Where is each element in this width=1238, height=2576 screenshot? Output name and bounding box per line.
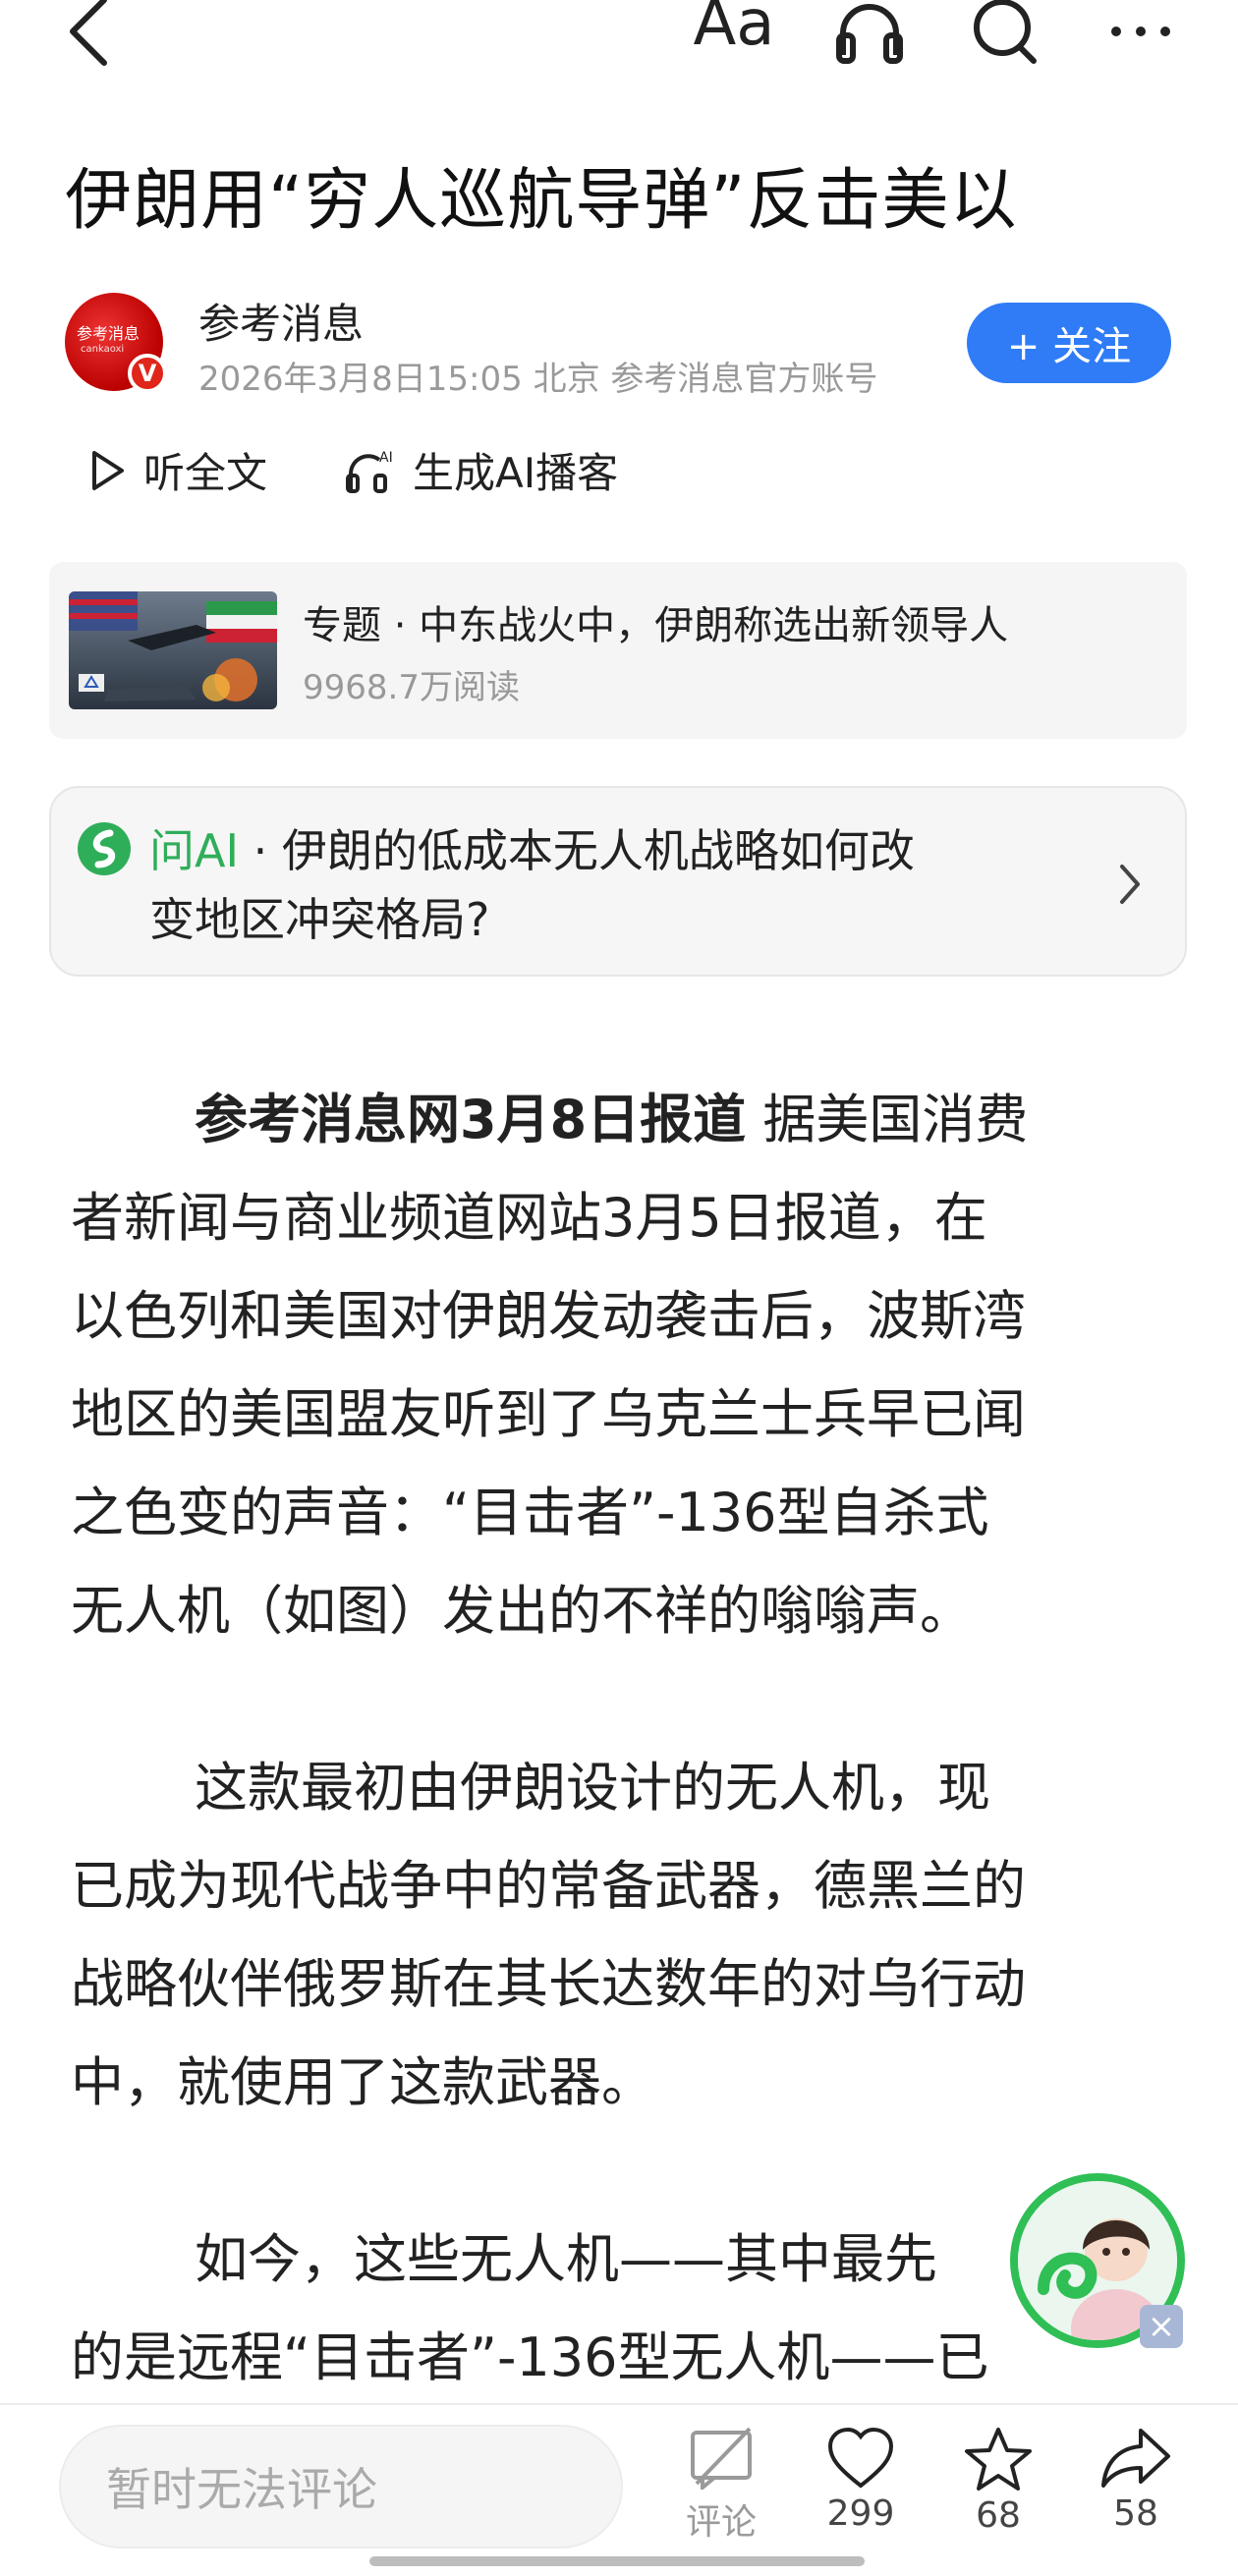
ask-ai-question-line1: 问AI · 伊朗的低成本无人机战略如何改 [149, 815, 915, 880]
heart-icon [827, 2427, 894, 2489]
like-count: 299 [826, 2493, 895, 2534]
top-bar: Aa [0, 0, 1238, 98]
topic-card[interactable]: 专题 · 中东战火中，伊朗称选出新领导人 9968.7万阅读 [49, 562, 1187, 739]
chevron-right-icon [1120, 865, 1140, 904]
publish-meta: 2026年3月8日15:05 北京 参考消息官方账号 [198, 360, 878, 399]
star-icon [965, 2428, 1032, 2491]
avatar-logo-subtext: cankaoxi [81, 344, 125, 355]
paragraph-2: 这款最初由伊朗设计的无人机，现 已成为现代战争中的常备武器，德黑兰的 战略伙伴俄… [71, 1757, 1026, 2113]
follow-button[interactable]: + 关注 [967, 303, 1171, 383]
share-button[interactable]: 58 [1077, 2427, 1195, 2534]
like-button[interactable]: 299 [802, 2427, 920, 2534]
ask-ai-card[interactable]: 问AI · 伊朗的低成本无人机战略如何改 变地区冲突格局? [49, 786, 1187, 977]
author-avatar[interactable]: 参考消息 cankaoxi V [65, 293, 167, 393]
share-count: 58 [1113, 2493, 1158, 2534]
more-icon [1111, 27, 1170, 36]
headphones-icon [836, 4, 903, 64]
back-button[interactable] [61, 0, 120, 69]
comment-disabled-icon [691, 2427, 752, 2490]
ai-podcast-label: 生成AI播客 [413, 449, 619, 497]
topic-thumbnail [69, 591, 277, 709]
favorite-button[interactable]: 68 [939, 2427, 1057, 2536]
play-icon [92, 450, 124, 490]
paragraph-3: 如今，这些无人机——其中最先 的是远程“目击者”-136型无人机——已 [71, 2228, 989, 2388]
font-size-label: Aa [693, 0, 775, 60]
comment-input[interactable]: 暂时无法评论 [59, 2425, 623, 2548]
avatar-logo-art: 参考消息 [77, 324, 141, 343]
share-icon [1101, 2429, 1170, 2488]
topic-title: 专题 · 中东战火中，伊朗称选出新领导人 [303, 603, 1009, 648]
home-indicator[interactable] [369, 2556, 865, 2566]
ask-ai-brand: 问AI [149, 824, 240, 877]
audio-actions: 听全文 AI 生成AI播客 [90, 440, 697, 500]
chevron-left-icon [70, 0, 107, 66]
follow-label: + 关注 [1006, 324, 1132, 369]
comment-button[interactable]: 评论 [662, 2427, 780, 2545]
verified-badge: V [128, 354, 167, 393]
bottom-bar: 暂时无法评论 评论 299 68 58 [0, 2403, 1238, 2576]
listen-full-label: 听全文 [143, 449, 268, 497]
svg-text:AI: AI [379, 450, 393, 466]
topic-read-count: 9968.7万阅读 [303, 668, 520, 707]
dateline: 参考消息网3月8日报道 [195, 1089, 747, 1150]
search-button[interactable] [937, 0, 1073, 69]
author-name[interactable]: 参考消息 [198, 291, 364, 351]
ai-podcast-button[interactable]: AI 生成AI播客 [346, 440, 618, 500]
ai-headphones-icon: AI [346, 450, 393, 493]
ask-ai-question-line2: 变地区冲突格局? [149, 893, 490, 946]
paragraph-1: 参考消息网3月8日报道 据美国消费 者新闻与商业频道网站3月5日报道，在 以色列… [71, 1089, 1029, 1642]
listen-full-button[interactable]: 听全文 [90, 440, 267, 500]
more-button[interactable] [1073, 0, 1209, 69]
comment-placeholder: 暂时无法评论 [106, 2463, 377, 2516]
search-icon [974, 0, 1037, 64]
ask-ai-logo-icon [78, 822, 131, 875]
font-size-button[interactable]: Aa [666, 0, 802, 69]
close-icon: × [1147, 2307, 1176, 2346]
favorite-count: 68 [976, 2495, 1021, 2536]
article-title: 伊朗用“穷人巡航导弹”反击美以 [65, 162, 1018, 240]
ask-ai-question-text: · 伊朗的低成本无人机战略如何改 [239, 824, 915, 877]
comment-label: 评论 [685, 2502, 757, 2543]
mascot-close-button[interactable]: × [1140, 2305, 1183, 2348]
listen-button[interactable] [802, 0, 937, 69]
